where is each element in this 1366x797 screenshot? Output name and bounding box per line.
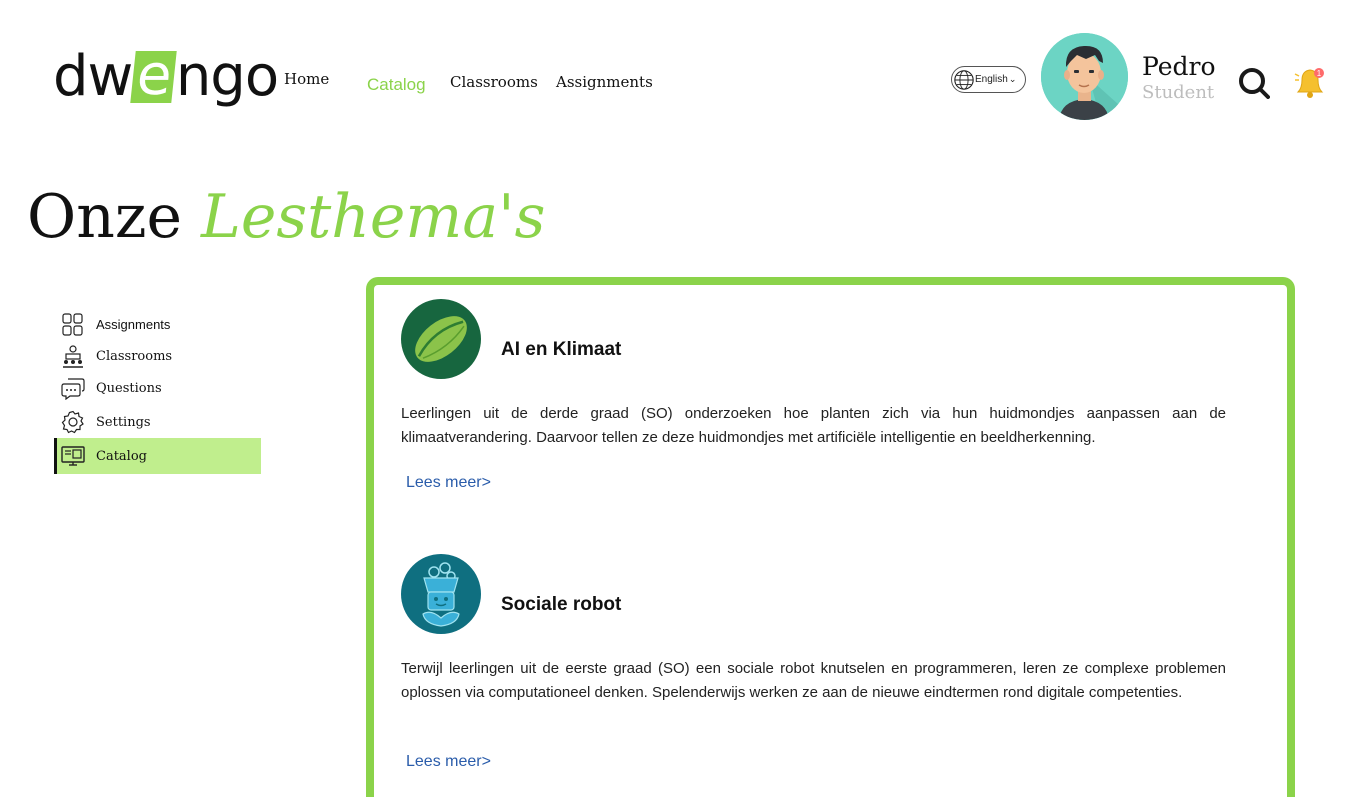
card-description: Terwijl leerlingen uit de eerste graad (… <box>401 660 1226 701</box>
user-name: Pedro <box>1142 52 1216 81</box>
questions-icon <box>61 378 85 400</box>
nav-classrooms[interactable]: Classrooms <box>450 73 538 91</box>
chevron-down-icon: ⌄ <box>1008 74 1017 84</box>
sidebar-item-label: Assignments <box>96 316 171 332</box>
dwengo-logo[interactable]: dw e ngo <box>53 43 279 110</box>
nav-home[interactable]: Home <box>284 70 329 88</box>
page-title: Onze Lesthema's <box>27 182 545 252</box>
card-title: Sociale robot <box>501 594 622 615</box>
avatar[interactable] <box>1041 33 1128 120</box>
catalog-panel: AI en Klimaat Leerlingen uit de derde gr… <box>366 277 1295 797</box>
sidebar-item-classrooms[interactable]: Classrooms <box>54 339 261 373</box>
language-selector[interactable]: English ⌄ <box>951 66 1026 93</box>
sidebar-item-label: Settings <box>96 414 151 430</box>
logo-text-highlight: e <box>130 43 178 108</box>
sidebar-item-assignments[interactable]: Assignments <box>54 307 261 341</box>
language-label: English <box>975 74 1008 85</box>
leaf-illustration <box>415 316 467 362</box>
notification-count: 1 <box>1317 69 1322 78</box>
card-title: AI en Klimaat <box>501 339 622 360</box>
page-title-plain: Onze <box>27 182 182 252</box>
user-role: Student <box>1142 82 1215 103</box>
sidebar-item-settings[interactable]: Settings <box>54 405 261 439</box>
assignments-icon <box>62 313 83 336</box>
notification-bell-icon[interactable]: 1 <box>1292 64 1328 100</box>
page-title-accent: Lesthema's <box>201 182 546 252</box>
card-description: Leerlingen uit de derde graad (SO) onder… <box>401 405 1226 446</box>
search-icon[interactable] <box>1238 67 1270 99</box>
sidebar-item-label: Classrooms <box>96 348 173 364</box>
nav-assignments[interactable]: Assignments <box>556 73 653 91</box>
bell-icon: 1 <box>1294 68 1324 98</box>
card-read-more-link[interactable]: Lees meer> <box>406 753 491 771</box>
avatar-illustration <box>1041 33 1128 120</box>
logo-text-start: dw <box>53 44 133 109</box>
globe-icon <box>954 69 974 90</box>
logo-text-end: ngo <box>175 44 279 109</box>
card-read-more-link[interactable]: Lees meer> <box>406 474 491 492</box>
nav-catalog[interactable]: Catalog <box>367 75 426 95</box>
settings-icon <box>61 410 84 434</box>
sidebar-item-label: Catalog <box>96 448 147 464</box>
sidebar-item-questions[interactable]: Questions <box>54 371 261 405</box>
leaf-icon <box>401 299 481 379</box>
classrooms-icon <box>63 345 83 368</box>
sidebar-item-label: Questions <box>96 380 162 396</box>
robot-icon <box>401 554 481 634</box>
robot-illustration <box>422 562 460 627</box>
catalog-icon <box>61 446 85 466</box>
sidebar-item-catalog[interactable]: Catalog <box>54 438 261 474</box>
